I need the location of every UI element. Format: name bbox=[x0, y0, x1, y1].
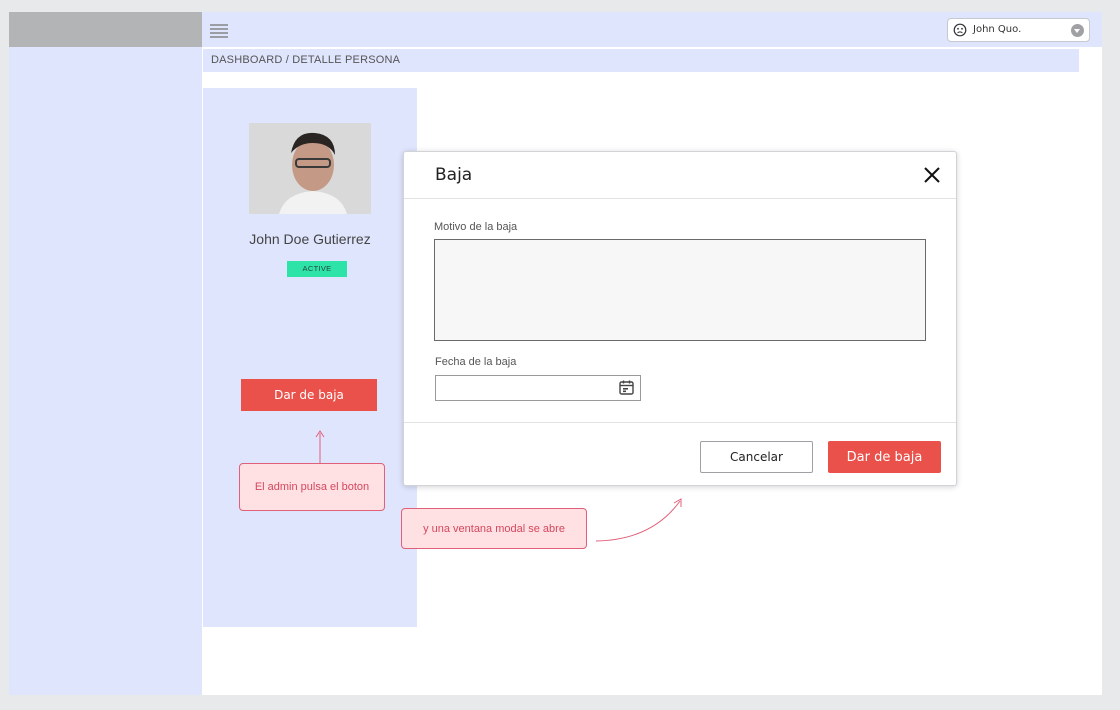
cancel-button[interactable]: Cancelar bbox=[700, 441, 813, 473]
reason-label: Motivo de la baja bbox=[434, 221, 518, 233]
sidebar-header bbox=[9, 12, 202, 47]
close-icon[interactable] bbox=[922, 165, 942, 185]
date-field[interactable] bbox=[435, 375, 641, 401]
user-menu-dropdown[interactable]: John Quo. bbox=[947, 18, 1090, 42]
top-bar: John Quo. bbox=[202, 12, 1102, 47]
deactivate-button[interactable]: Dar de baja bbox=[241, 379, 377, 411]
hamburger-icon[interactable] bbox=[210, 24, 228, 38]
modal-title: Baja bbox=[435, 165, 473, 185]
user-face-icon bbox=[953, 23, 967, 37]
annotation-note: y una ventana modal se abre bbox=[401, 508, 587, 549]
date-input[interactable] bbox=[436, 376, 612, 400]
reason-textarea[interactable] bbox=[434, 239, 926, 341]
date-label: Fecha de la baja bbox=[435, 356, 517, 368]
confirm-deactivate-button[interactable]: Dar de baja bbox=[828, 441, 941, 473]
calendar-icon[interactable] bbox=[618, 379, 635, 396]
breadcrumb: DASHBOARD / DETALLE PERSONA bbox=[203, 49, 1079, 72]
user-name: John Quo. bbox=[973, 24, 1022, 35]
deactivate-modal: Baja Motivo de la baja Fecha de la baja … bbox=[403, 151, 957, 486]
profile-panel: John Doe Gutierrez ACTIVE Dar de baja bbox=[203, 88, 417, 627]
annotation-note: El admin pulsa el boton bbox=[239, 463, 385, 511]
profile-name: John Doe Gutierrez bbox=[249, 231, 371, 247]
status-badge: ACTIVE bbox=[287, 261, 347, 277]
divider bbox=[404, 422, 956, 423]
sidebar bbox=[9, 47, 202, 695]
divider bbox=[404, 198, 956, 199]
chevron-down-icon bbox=[1071, 24, 1084, 37]
avatar bbox=[249, 123, 371, 214]
